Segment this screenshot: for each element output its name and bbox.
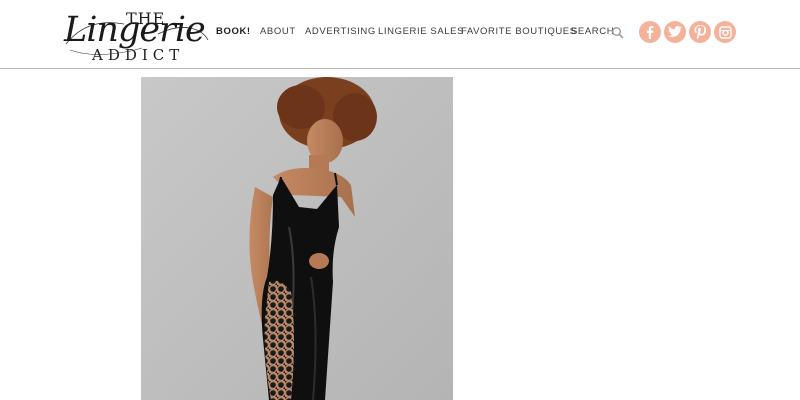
nav-favorite-boutiques[interactable]: FAVORITE BOUTIQUES [461,26,577,37]
nav-about[interactable]: ABOUT [260,26,296,37]
model-image [141,77,453,400]
search-icon[interactable] [611,26,625,40]
site-header: THE Lingerie ADDICT BOOK! ABOUT ADVERTIS… [0,0,800,69]
nav-advertising[interactable]: ADVERTISING [305,26,376,37]
nav-search[interactable]: SEARCH [571,26,614,37]
hero-photo[interactable] [141,77,453,400]
pinterest-icon[interactable] [689,21,711,43]
nav-lingerie-sales[interactable]: LINGERIE SALES [378,26,464,37]
site-logo[interactable]: THE Lingerie ADDICT [62,8,212,64]
nav-book[interactable]: BOOK! [216,26,251,37]
logo-addict: ADDICT [92,46,185,64]
facebook-icon[interactable] [639,21,661,43]
logo-script: Lingerie [64,10,206,50]
twitter-icon[interactable] [664,21,686,43]
instagram-icon[interactable] [714,21,736,43]
